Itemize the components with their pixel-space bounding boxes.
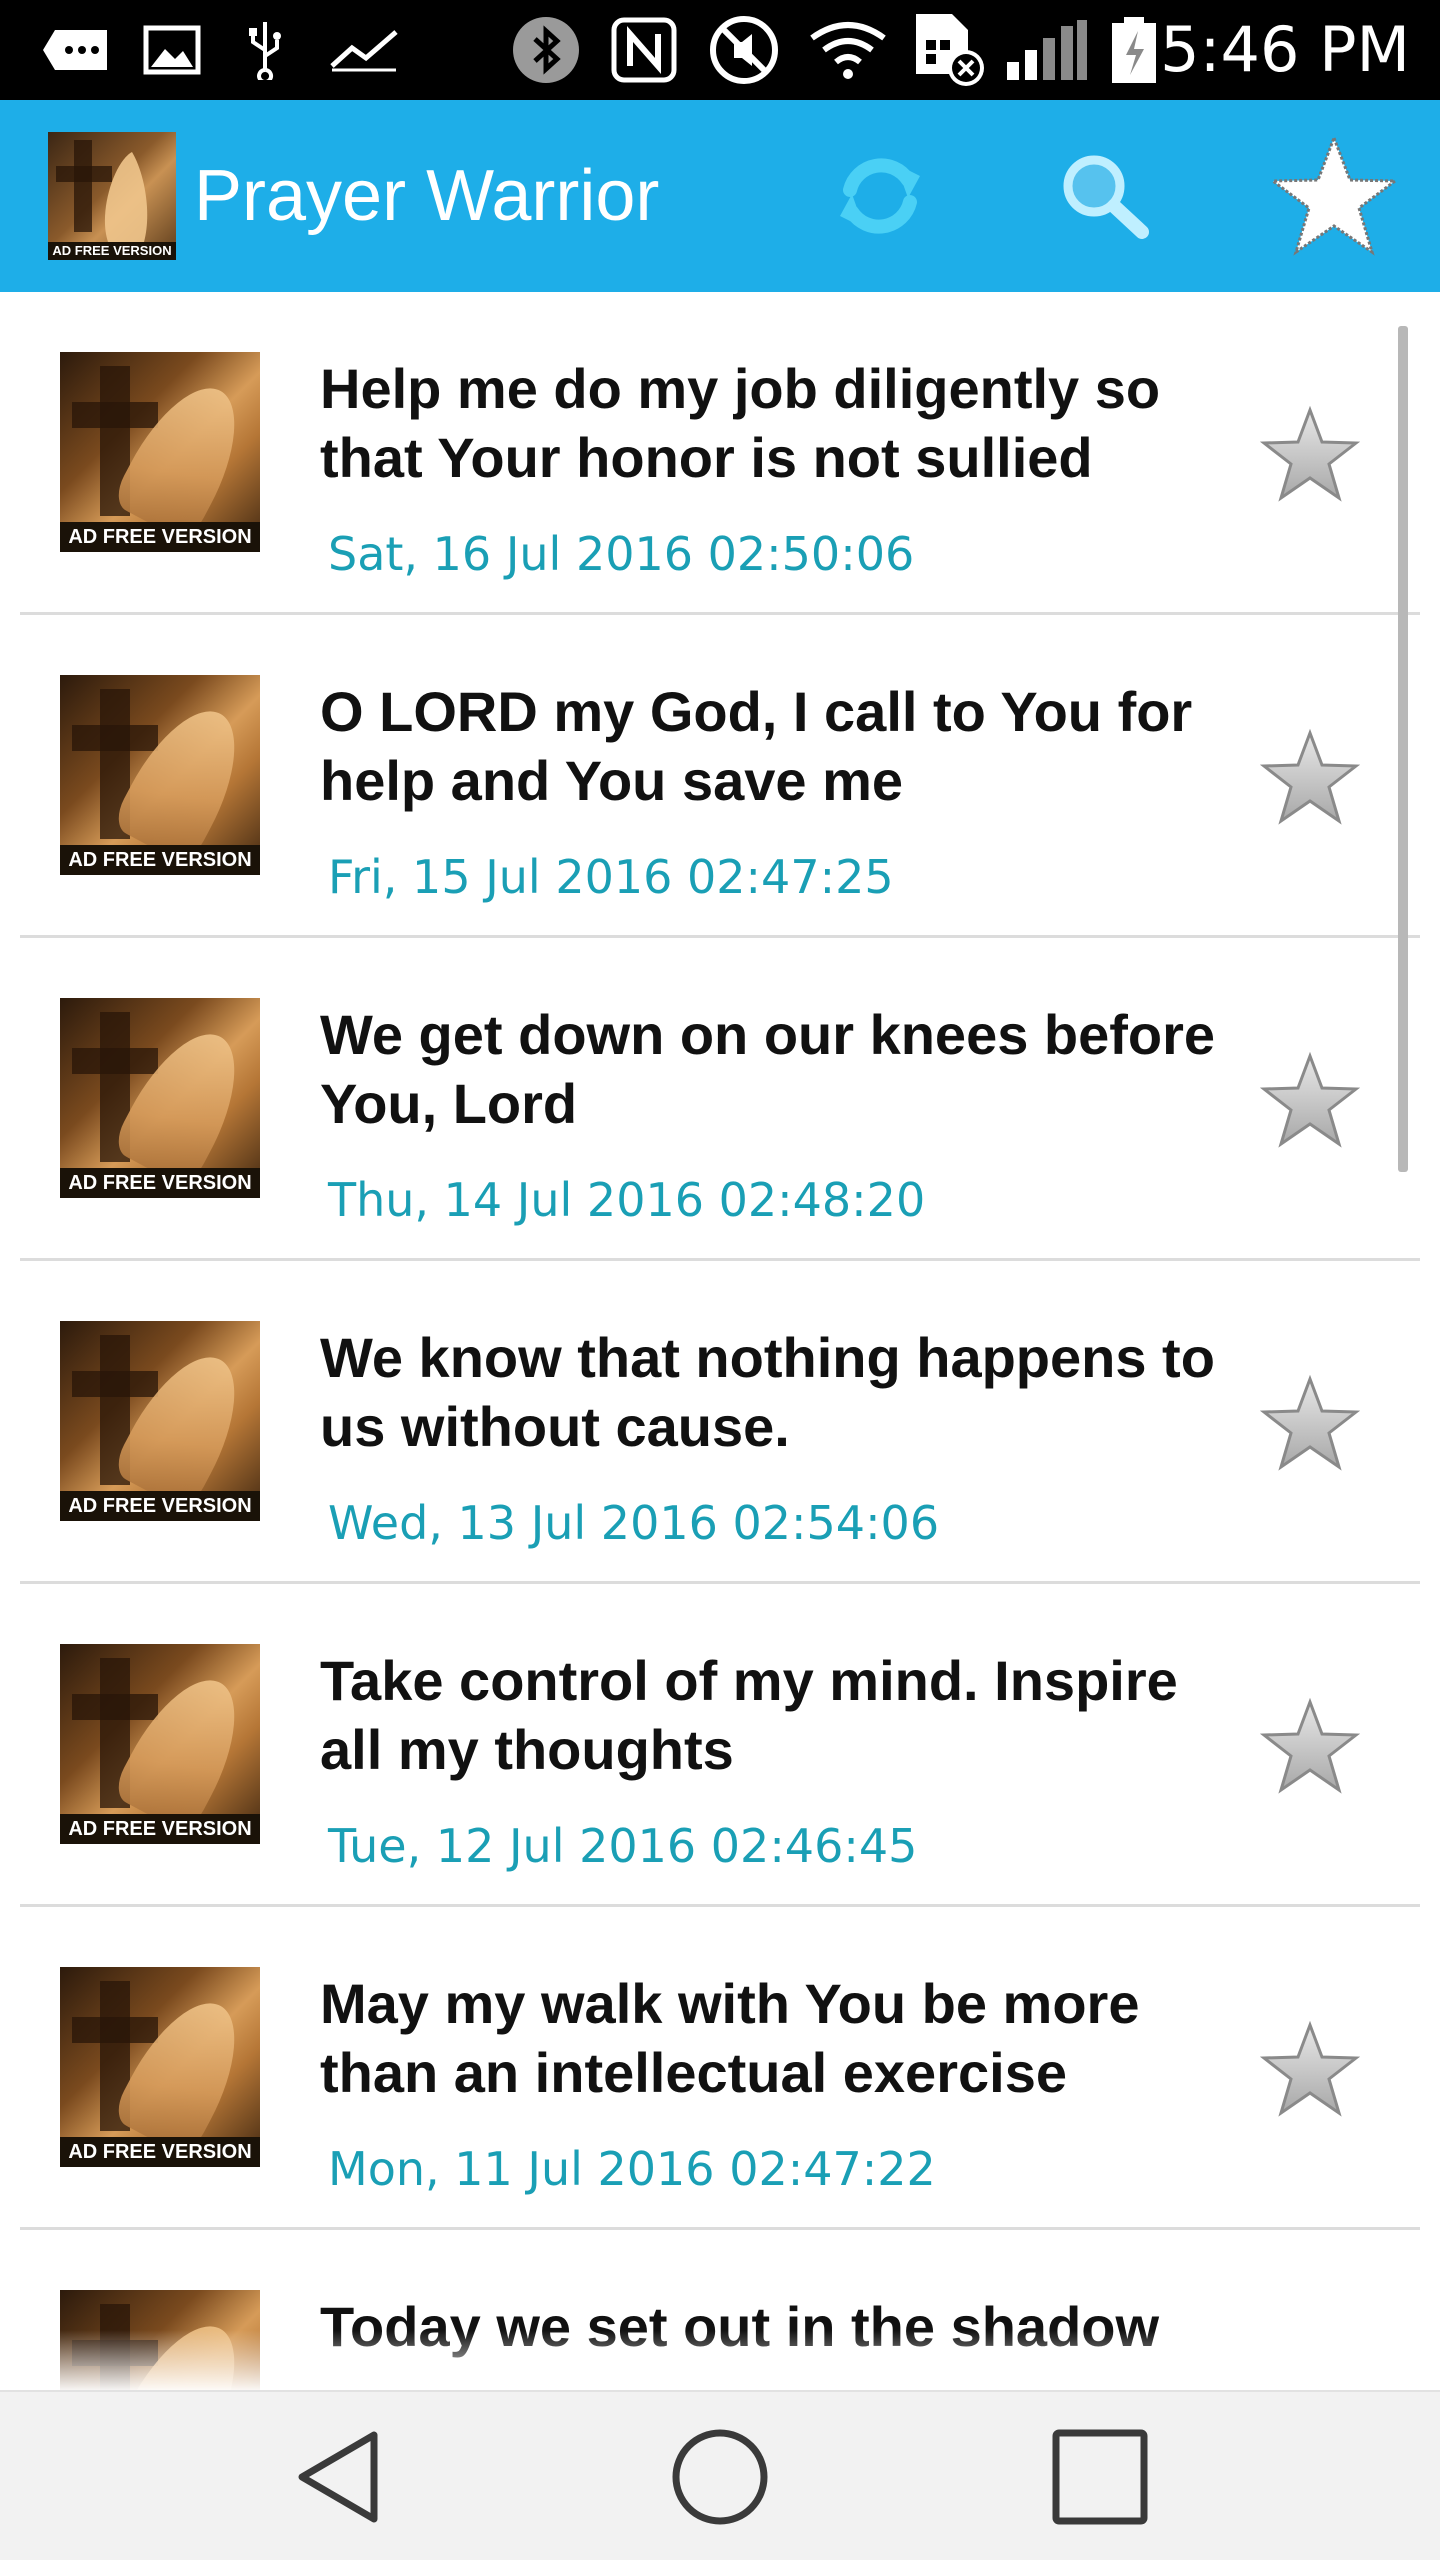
search-button[interactable]	[1044, 136, 1164, 256]
favorite-star-icon[interactable]	[1260, 1373, 1360, 1473]
activity-icon	[330, 18, 400, 82]
home-button[interactable]	[660, 2417, 780, 2537]
status-bar: 5:46 PM	[0, 0, 1440, 100]
prayer-date: Fri, 15 Jul 2016 02:47:25	[328, 850, 894, 904]
list-fade	[0, 2330, 1440, 2390]
prayer-date: Wed, 13 Jul 2016 02:54:06	[328, 1496, 940, 1550]
list-item[interactable]: AD FREE VERSION O LORD my God, I call to…	[20, 615, 1420, 938]
image-icon	[142, 18, 202, 82]
more-icon	[40, 18, 112, 82]
thumb-tag: AD FREE VERSION	[60, 1814, 260, 1844]
prayer-date: Sat, 16 Jul 2016 02:50:06	[328, 527, 915, 581]
refresh-icon	[840, 158, 920, 234]
favorite-star-icon[interactable]	[1260, 1050, 1360, 1150]
wifi-icon	[808, 18, 888, 82]
favorites-button[interactable]	[1264, 134, 1404, 256]
battery-icon	[1104, 17, 1164, 83]
logo-tag: AD FREE VERSION	[48, 242, 176, 260]
thumb-tag: AD FREE VERSION	[60, 1491, 260, 1521]
prayer-title: Take control of my mind. Inspire all my …	[320, 1649, 1178, 1781]
list-item[interactable]: AD FREE VERSION Help me do my job dilige…	[20, 292, 1420, 615]
list-item[interactable]: AD FREE VERSION Take control of my mind.…	[20, 1584, 1420, 1907]
sim-icon	[910, 14, 990, 86]
favorite-star-icon[interactable]	[1260, 1696, 1360, 1796]
thumb-tag: AD FREE VERSION	[60, 2137, 260, 2167]
favorite-star-icon[interactable]	[1260, 727, 1360, 827]
search-icon	[1063, 155, 1149, 239]
recents-button[interactable]	[1040, 2417, 1160, 2537]
prayer-title: O LORD my God, I call to You for help an…	[320, 680, 1193, 812]
signal-icon	[1004, 18, 1090, 82]
app-logo[interactable]: AD FREE VERSION	[48, 132, 176, 260]
list-scrollbar[interactable]	[1398, 326, 1408, 1172]
thumb-tag: AD FREE VERSION	[60, 522, 260, 552]
prayer-title: May my walk with You be more than an int…	[320, 1972, 1140, 2104]
prayer-date: Mon, 11 Jul 2016 02:47:22	[328, 2142, 936, 2196]
favorites-star-icon	[1269, 134, 1399, 256]
home-icon	[672, 2429, 768, 2525]
prayer-date: Thu, 14 Jul 2016 02:48:20	[328, 1173, 926, 1227]
list-item[interactable]: AD FREE VERSION We know that nothing hap…	[20, 1261, 1420, 1584]
system-nav-bar	[0, 2390, 1440, 2560]
thumb-tag: AD FREE VERSION	[60, 845, 260, 875]
app-bar: AD FREE VERSION Prayer Warrior	[0, 100, 1440, 292]
nfc-icon	[606, 17, 682, 83]
app-title: Prayer Warrior	[194, 156, 660, 236]
back-button[interactable]	[280, 2417, 400, 2537]
list-item[interactable]: AD FREE VERSION We get down on our knees…	[20, 938, 1420, 1261]
prayer-thumbnail: AD FREE VERSION	[60, 1644, 260, 1844]
favorite-star-icon[interactable]	[1260, 404, 1360, 504]
prayer-thumbnail: AD FREE VERSION	[60, 1967, 260, 2167]
mute-icon	[706, 16, 782, 84]
prayer-title: We get down on our knees before You, Lor…	[320, 1003, 1216, 1135]
prayer-title: We know that nothing happens to us witho…	[320, 1326, 1215, 1458]
usb-icon	[240, 18, 290, 82]
list-item[interactable]: AD FREE VERSION May my walk with You be …	[20, 1907, 1420, 2230]
recents-icon	[1052, 2429, 1148, 2525]
back-icon	[298, 2431, 378, 2523]
favorite-star-icon[interactable]	[1260, 2019, 1360, 2119]
thumb-tag: AD FREE VERSION	[60, 1168, 260, 1198]
prayer-thumbnail: AD FREE VERSION	[60, 352, 260, 552]
prayer-date: Tue, 12 Jul 2016 02:46:45	[328, 1819, 918, 1873]
bluetooth-icon	[508, 17, 584, 83]
prayer-thumbnail: AD FREE VERSION	[60, 675, 260, 875]
prayer-title: Help me do my job diligently so that You…	[320, 357, 1161, 489]
status-time: 5:46 PM	[1160, 13, 1410, 86]
prayer-thumbnail: AD FREE VERSION	[60, 998, 260, 1198]
prayer-list[interactable]: AD FREE VERSION Help me do my job dilige…	[0, 292, 1440, 2390]
prayer-thumbnail: AD FREE VERSION	[60, 1321, 260, 1521]
refresh-button[interactable]	[820, 136, 940, 256]
